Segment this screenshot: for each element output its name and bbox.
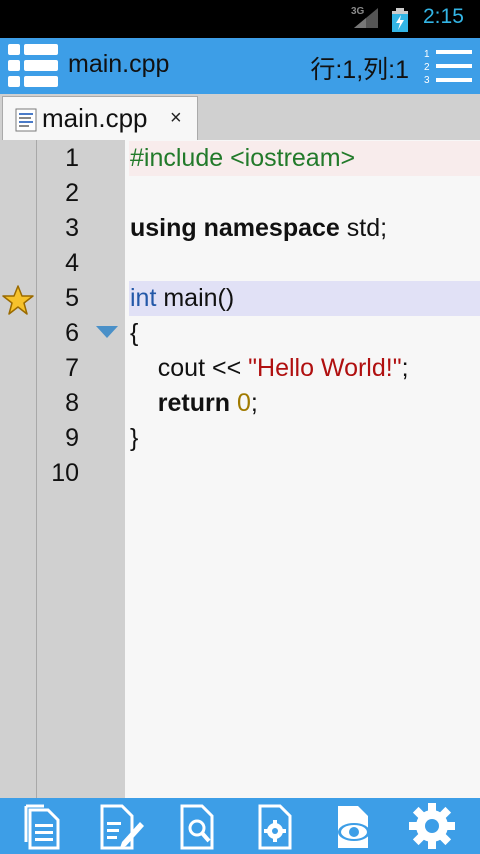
line-number: 1	[65, 144, 79, 172]
code-token: }	[130, 424, 139, 452]
tab-main-cpp[interactable]: main.cpp ×	[2, 96, 198, 140]
code-token: {	[130, 319, 139, 347]
status-time: 2:15	[423, 5, 464, 28]
numbered-list-menu-icon[interactable]: 1 2 3	[420, 46, 476, 86]
file-title: main.cpp	[68, 50, 170, 78]
line-number: 9	[65, 424, 79, 452]
search-file-icon[interactable]	[172, 800, 228, 852]
code-line[interactable]: return 0;	[130, 386, 258, 421]
code-token: #include <iostream>	[130, 144, 356, 172]
code-token: std;	[339, 214, 388, 242]
code-token: cout <<	[130, 354, 249, 382]
line-number: 6	[65, 319, 79, 347]
line-number: 3	[65, 214, 79, 242]
tab-label: main.cpp	[42, 103, 148, 133]
app-toolbar: main.cpp 行:1,列:1 1 2 3	[0, 38, 480, 94]
tab-close-button[interactable]: ×	[170, 107, 182, 130]
status-bar: 3G 2:15	[0, 0, 480, 38]
code-token: 0	[236, 389, 251, 417]
new-file-icon[interactable]	[16, 800, 72, 852]
line-number: 10	[51, 459, 79, 487]
bottom-toolbar	[0, 798, 480, 854]
bookmark-star-icon[interactable]	[2, 284, 34, 316]
code-line[interactable]: cout << "Hello World!";	[130, 351, 409, 386]
text-file-icon	[15, 108, 37, 132]
code-line[interactable]: using namespace std;	[130, 211, 387, 246]
line-number: 7	[65, 354, 79, 382]
cursor-position: 行:1,列:1	[310, 56, 409, 84]
line-number: 8	[65, 389, 79, 417]
code-line[interactable]: }	[130, 421, 138, 456]
code-token: int	[130, 284, 157, 312]
svg-text:3: 3	[424, 75, 430, 86]
bookmark-gutter[interactable]	[0, 140, 37, 798]
code-token: return	[157, 389, 231, 417]
edit-file-icon[interactable]	[92, 800, 148, 852]
code-token: ;	[250, 389, 258, 417]
svg-text:1: 1	[424, 49, 430, 60]
line-number: 5	[65, 284, 79, 312]
code-token: main()	[156, 284, 235, 312]
signal-icon	[354, 8, 378, 28]
code-token: "Hello World!"	[248, 354, 402, 382]
file-settings-icon[interactable]	[250, 800, 306, 852]
line-number: 4	[65, 249, 79, 277]
code-line[interactable]: {	[130, 316, 138, 351]
fold-arrow-icon[interactable]	[95, 325, 119, 339]
code-token: ;	[401, 354, 409, 382]
battery-charging-icon	[392, 8, 408, 32]
code-line[interactable]: #include <iostream>	[130, 141, 355, 176]
code-token: using namespace	[130, 214, 340, 242]
settings-gear-icon[interactable]	[404, 800, 460, 852]
file-list-menu-icon[interactable]	[7, 42, 59, 90]
tab-strip: main.cpp ×	[0, 94, 480, 141]
svg-text:2: 2	[424, 62, 430, 73]
line-number: 2	[65, 179, 79, 207]
preview-eye-icon[interactable]	[328, 800, 384, 852]
code-line[interactable]: int main()	[130, 281, 234, 316]
